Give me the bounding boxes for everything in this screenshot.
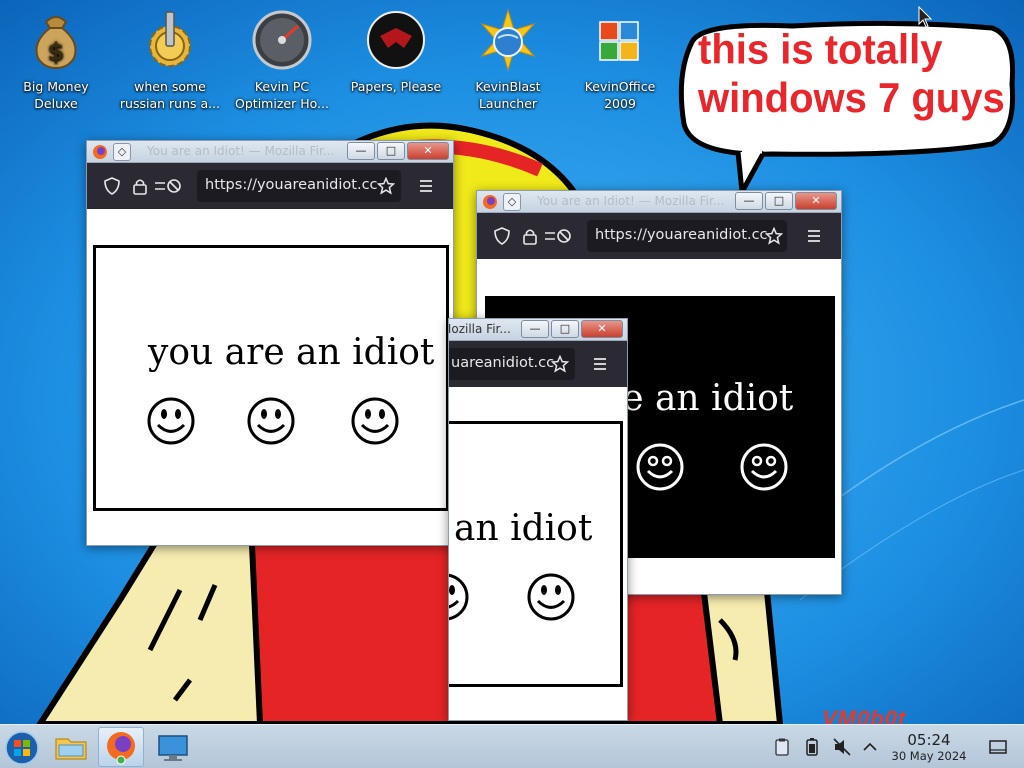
taskbar: 05:24 30 May 2024	[0, 724, 1024, 768]
browser-window-3[interactable]: Mozilla Fir... — □ ✕ uareanidiot.cc an i…	[448, 318, 628, 721]
papers-please-icon	[367, 11, 425, 69]
folder-icon	[55, 738, 87, 760]
bookmark-star-icon[interactable]	[377, 177, 395, 195]
bookmark-star-icon[interactable]	[551, 355, 569, 373]
window-overlap	[447, 318, 454, 546]
nav-bar: https://youareanidiot.cc	[477, 213, 841, 259]
lock-icon[interactable]	[521, 227, 539, 245]
menu-icon[interactable]	[805, 227, 823, 245]
battery-icon[interactable]	[802, 737, 822, 757]
lock-icon[interactable]	[131, 177, 149, 195]
maximize-button[interactable]: □	[765, 192, 793, 210]
firefox-icon	[93, 145, 107, 159]
taskbar-file-manager[interactable]	[48, 727, 94, 767]
clock-time[interactable]: 05:24	[892, 731, 966, 749]
title-bar[interactable]: Mozilla Fir... — □ ✕	[449, 319, 627, 341]
start-button[interactable]	[0, 727, 46, 767]
smiley-icon	[636, 443, 684, 491]
smiley-icon	[351, 397, 399, 445]
idiot-panel[interactable]: you are an idiot	[93, 245, 449, 511]
pin-button[interactable]: ◇	[113, 143, 131, 161]
desktop-icon-papers-please[interactable]: Papers, Please	[344, 8, 448, 95]
desktop-icon-big-money-deluxe[interactable]: $ Big Money Deluxe	[4, 8, 108, 112]
nav-bar: uareanidiot.cc	[449, 341, 627, 387]
shield-icon[interactable]	[493, 227, 511, 245]
gear-icon	[149, 11, 191, 67]
browser-window-1[interactable]: ◇ You are an Idiot! — Mozilla Fir... — □…	[86, 140, 454, 546]
show-desktop-icon[interactable]	[988, 737, 1008, 757]
url-bar[interactable]: https://youareanidiot.cc	[587, 220, 787, 252]
desktop-icon-kevinoffice-2009[interactable]: KevinOffice 2009	[568, 8, 672, 112]
menu-icon[interactable]	[591, 355, 609, 373]
firefox-icon	[107, 732, 135, 765]
idiot-panel[interactable]: an idiot	[449, 421, 623, 687]
office-logo-icon	[599, 21, 639, 61]
desktop-icon-russian-runs[interactable]: when some russian runs a...	[118, 8, 222, 112]
minimize-button[interactable]: —	[347, 142, 375, 160]
minimize-button[interactable]: —	[735, 192, 763, 210]
idiot-text: you are an idiot	[148, 332, 435, 373]
close-button[interactable]: ✕	[407, 142, 449, 160]
url-text: https://youareanidiot.cc	[595, 227, 768, 243]
smiley-icon	[449, 573, 469, 621]
clock-date[interactable]: 30 May 2024	[884, 749, 974, 763]
taskbar-system-settings[interactable]	[150, 727, 196, 767]
chevron-up-icon[interactable]	[860, 737, 880, 757]
window-title: You are an Idiot! — Mozilla Fir...	[537, 194, 725, 208]
speedometer-icon	[252, 10, 312, 70]
mouse-cursor-icon	[918, 6, 932, 28]
close-button[interactable]: ✕	[581, 320, 623, 338]
taskbar-firefox[interactable]	[98, 727, 144, 767]
smiley-icon	[147, 397, 195, 445]
maximize-button[interactable]: □	[551, 320, 579, 338]
speech-bubble-text: this is totally windows 7 guys	[698, 26, 1005, 122]
maximize-button[interactable]: □	[377, 142, 405, 160]
money-bag-icon: $	[35, 16, 77, 70]
clipboard-icon[interactable]	[772, 737, 792, 757]
window-title: Mozilla Fir...	[449, 322, 511, 336]
pin-button[interactable]: ◇	[503, 193, 521, 211]
shield-icon[interactable]	[103, 177, 121, 195]
firefox-icon	[483, 195, 497, 209]
url-text: uareanidiot.cc	[451, 355, 555, 371]
smiley-icon	[740, 443, 788, 491]
desktop-icon-kevin-pc-optimizer[interactable]: Kevin PC Optimizer Ho...	[230, 8, 334, 112]
url-text: https://youareanidiot.cc	[205, 177, 378, 193]
desktop: $ Big Money Deluxe when some russian run…	[0, 0, 1024, 724]
desktop-icon-kevinblast-launcher[interactable]: KevinBlast Launcher	[456, 8, 560, 112]
permissions-icon[interactable]	[543, 227, 571, 245]
close-button[interactable]: ✕	[795, 192, 837, 210]
menu-icon[interactable]	[417, 177, 435, 195]
watermark: VM0b0t	[822, 706, 907, 724]
idiot-text: an idiot	[454, 508, 593, 549]
title-bar[interactable]: ◇ You are an Idiot! — Mozilla Fir... — □…	[87, 141, 453, 163]
idiot-text: re an idiot	[605, 378, 794, 419]
url-bar[interactable]: https://youareanidiot.cc	[197, 170, 401, 202]
svg-text:$: $	[48, 38, 65, 66]
minimize-button[interactable]: —	[521, 320, 549, 338]
starburst-globe-icon	[480, 8, 536, 72]
windows-orb-icon	[5, 731, 39, 765]
smiley-icon	[527, 573, 575, 621]
window-title: You are an Idiot! — Mozilla Fir...	[147, 144, 335, 158]
bookmark-star-icon[interactable]	[765, 227, 783, 245]
title-bar[interactable]: ◇ You are an Idiot! — Mozilla Fir... — □…	[477, 191, 841, 213]
smiley-icon	[247, 397, 295, 445]
nav-bar: https://youareanidiot.cc	[87, 163, 453, 209]
speaker-muted-icon[interactable]	[832, 737, 852, 757]
monitor-icon	[158, 735, 188, 761]
permissions-icon[interactable]	[153, 177, 181, 195]
